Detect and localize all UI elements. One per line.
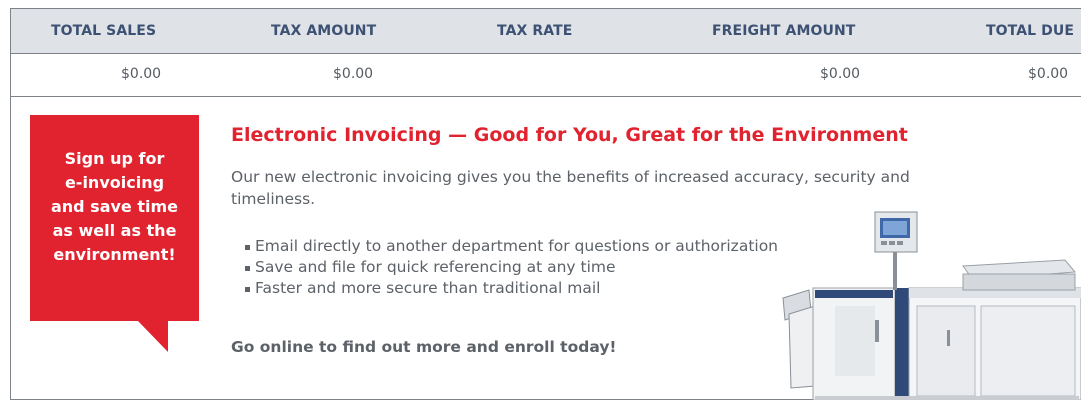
list-item-text: Email directly to another department for… [255,237,779,255]
list-item: Save and file for quick referencing at a… [245,257,778,278]
value-freight-amount: $0.00 [820,66,861,82]
value-total-sales: $0.00 [121,66,162,82]
list-item: Faster and more secure than traditional … [245,278,778,299]
totals-table-header: TOTAL SALES TAX AMOUNT TAX RATE FREIGHT … [11,9,1081,54]
header-total-due: TOTAL DUE [986,23,1074,39]
callout-line: and save time [50,197,179,216]
callout-tail [137,320,168,352]
promo-body-text: Our new electronic invoicing gives you t… [231,168,910,208]
callout-line: e-invoicing [64,173,165,192]
copier-printer-image [782,211,1081,400]
list-item-text: Faster and more secure than traditional … [255,279,601,297]
callout-line: environment! [53,245,176,264]
value-tax-amount: $0.00 [333,66,374,82]
list-item: Email directly to another department for… [245,236,778,257]
benefits-list: Email directly to another department for… [245,236,778,299]
promo-title: Electronic Invoicing — Good for You, Gre… [231,124,908,146]
header-total-sales: TOTAL SALES [51,23,157,39]
header-tax-amount: TAX AMOUNT [271,23,377,39]
bullet-square-icon [245,287,250,292]
totals-table-row: $0.00 $0.00 $0.00 $0.00 [11,54,1081,97]
signup-callout-text: Sign up for e-invoicing and save time as… [30,147,199,267]
list-item-text: Save and file for quick referencing at a… [255,258,616,276]
value-total-due: $0.00 [1028,66,1069,82]
callout-line: as well as the [52,221,177,240]
callout-line: Sign up for [64,149,165,168]
header-tax-rate: TAX RATE [497,23,573,39]
header-freight-amount: FREIGHT AMOUNT [712,23,856,39]
bullet-square-icon [245,245,250,250]
bullet-square-icon [245,266,250,271]
enroll-cta-text: Go online to find out more and enroll to… [231,338,617,356]
